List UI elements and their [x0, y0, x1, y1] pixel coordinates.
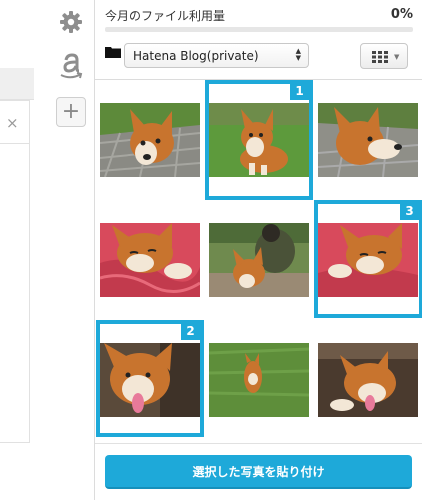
add-button[interactable]: + [54, 96, 88, 128]
photo-image [209, 343, 309, 417]
usage-row: 今月のファイル利用量 0% [105, 7, 413, 23]
photo-image [318, 343, 418, 417]
photo-thumbnail[interactable] [100, 223, 200, 297]
plus-icon: + [56, 97, 86, 127]
photo-thumbnail[interactable] [209, 223, 309, 297]
updown-arrows-icon: ▲ ▼ [295, 47, 301, 62]
photo-image [100, 223, 200, 297]
gear-icon [60, 11, 82, 33]
editor-pane: × [0, 0, 34, 500]
settings-button[interactable] [54, 6, 88, 38]
toolbar-divider [95, 79, 422, 80]
usage-label: 今月のファイル利用量 [105, 9, 226, 23]
photo-thumbnail[interactable] [209, 103, 309, 177]
selection-badge: 3 [400, 202, 419, 220]
photo-image [100, 103, 200, 177]
album-select-value: Hatena Blog(private) [133, 49, 259, 63]
tool-column: + [54, 0, 88, 500]
close-icon[interactable]: × [6, 114, 19, 132]
photo-image [209, 103, 309, 177]
photo-thumbnail[interactable] [100, 343, 200, 417]
photo-thumbnail[interactable] [318, 103, 418, 177]
selection-badge: 1 [290, 82, 309, 100]
album-select[interactable]: Hatena Blog(private) ▲ ▼ [124, 43, 309, 68]
editor-panel [0, 100, 30, 443]
footer-divider [95, 443, 422, 444]
photo-image [318, 103, 418, 177]
grid-view-icon [372, 51, 388, 63]
amazon-icon [60, 53, 83, 79]
photo-image [318, 223, 418, 297]
chevron-down-icon: ▼ [394, 53, 400, 61]
editor-toolbar-strip [0, 68, 34, 100]
selection-badge: 2 [181, 322, 200, 340]
usage-value: 0% [390, 7, 413, 22]
photo-thumbnail[interactable] [209, 343, 309, 417]
photo-image [209, 223, 309, 297]
paste-selected-photos-button[interactable]: 選択した写真を貼り付け [105, 455, 412, 489]
photo-thumbnail[interactable] [318, 343, 418, 417]
photo-sidebar: 今月のファイル利用量 0% Hatena Blog(private) ▲▼ ▼ [94, 0, 422, 500]
photo-thumbnail[interactable] [100, 103, 200, 177]
amazon-button[interactable] [54, 50, 88, 82]
folder-icon [105, 47, 121, 58]
photo-image [100, 343, 200, 417]
view-mode-button[interactable]: ▼ [360, 43, 408, 69]
usage-progress-bar [105, 27, 413, 32]
photo-thumbnail[interactable] [318, 223, 418, 297]
